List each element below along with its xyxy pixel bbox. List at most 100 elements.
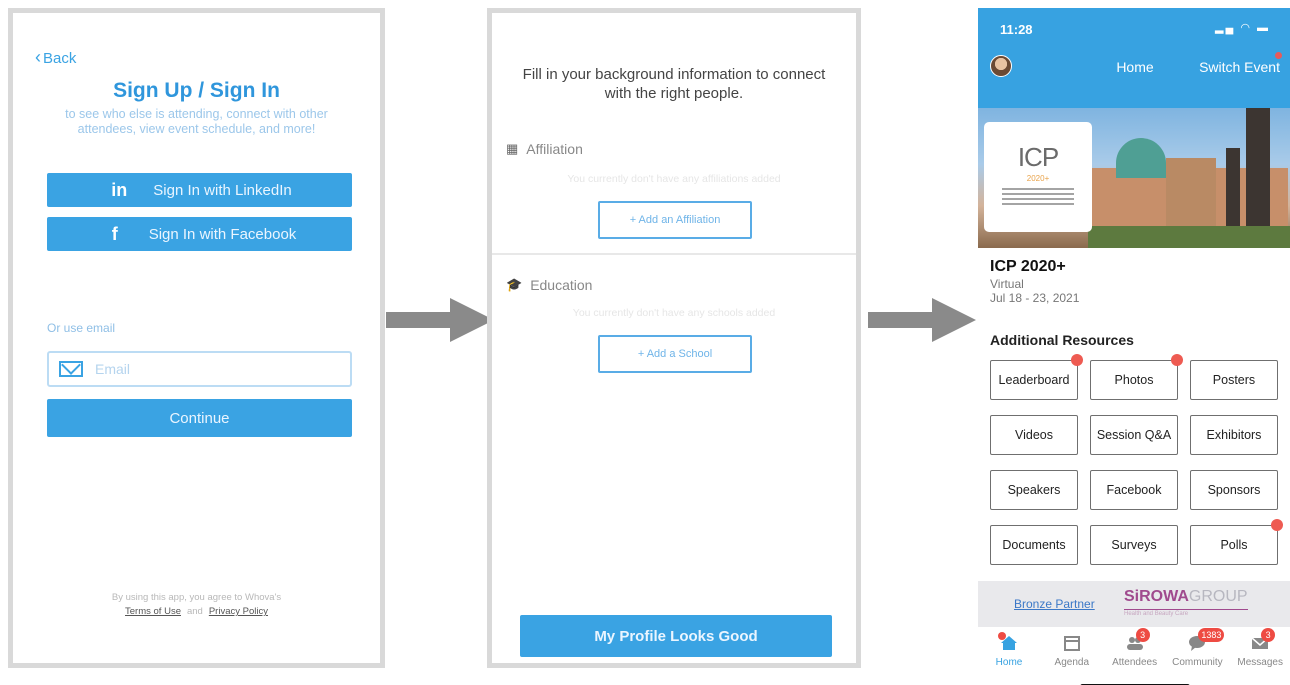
email-field[interactable] <box>47 351 352 387</box>
resource-tile[interactable]: Photos <box>1090 354 1183 400</box>
notification-dot <box>1275 52 1282 59</box>
intro-text: Fill in your background information to c… <box>522 66 826 102</box>
back-label: Back <box>43 50 77 67</box>
profile-looks-good-button[interactable]: My Profile Looks Good <box>520 615 832 657</box>
email-input[interactable] <box>95 361 335 377</box>
signup-screen: ‹ Back Sign Up / Sign In to see who else … <box>8 8 385 668</box>
event-title: ICP 2020+ <box>990 258 1066 275</box>
tab-label: Home <box>995 657 1023 668</box>
privacy-link[interactable]: Privacy Policy <box>209 606 268 617</box>
background-info-screen: Fill in your background information to c… <box>487 8 861 668</box>
resource-tile-label: Videos <box>1015 428 1053 442</box>
flow-arrow-icon <box>868 298 976 342</box>
dome-graphic <box>1116 138 1166 178</box>
logo-tagline-graphic <box>1002 188 1074 208</box>
event-banner: ICP 2020+ <box>978 108 1290 248</box>
tab-agenda[interactable]: Agenda <box>1041 627 1103 673</box>
sponsor-banner[interactable]: Bronze Partner SiROWAGROUP Health and Be… <box>978 581 1290 627</box>
app-header: 11:28 ▂▄ ◠ ▬ Home Switch Event <box>978 8 1290 108</box>
resource-tile-label: Documents <box>1002 538 1066 552</box>
logo-text: ICP <box>1017 142 1059 172</box>
tab-messages[interactable]: 3 Messages <box>1229 627 1290 673</box>
section-divider <box>492 253 856 255</box>
event-logo: ICP 2020+ <box>984 122 1092 232</box>
notification-dot <box>1071 354 1083 366</box>
people-icon: 3 <box>1126 628 1150 651</box>
resource-tile[interactable]: Posters <box>1190 360 1278 400</box>
resource-tile-label: Facebook <box>1106 483 1162 497</box>
legal-text: By using this app, you agree to Whova's <box>111 592 282 603</box>
back-button[interactable]: ‹ Back <box>35 47 76 68</box>
education-title: Education <box>530 277 593 293</box>
resource-tile[interactable]: Session Q&A <box>1090 415 1178 455</box>
tab-label: Community <box>1172 657 1223 668</box>
tab-community[interactable]: 1383 Community <box>1166 627 1228 673</box>
bottom-tab-bar: Home Agenda 3 Attendees 1383 Community 3 Messag… <box>978 627 1290 685</box>
linkedin-label: Sign In with LinkedIn <box>153 181 292 199</box>
facebook-label: Sign In with Facebook <box>148 225 297 243</box>
terms-link[interactable]: Terms of Use <box>125 606 181 617</box>
status-time: 11:28 <box>1000 22 1033 37</box>
resource-tile[interactable]: Videos <box>990 415 1078 455</box>
sponsor-name-bold: SiROWA <box>1124 588 1189 605</box>
linkedin-icon: in <box>111 179 128 200</box>
event-home-screen: 11:28 ▂▄ ◠ ▬ Home Switch Event ICP 2020+… <box>978 8 1290 685</box>
legal-notice: By using this app, you agree to Whova's … <box>13 591 380 619</box>
resource-tile-label: Surveys <box>1111 538 1157 552</box>
add-affiliation-button[interactable]: + Add an Affiliation <box>598 201 752 239</box>
resource-tile[interactable]: Sponsors <box>1190 470 1278 510</box>
partner-link[interactable]: Bronze Partner <box>1014 597 1095 611</box>
count-badge: 1383 <box>1198 628 1225 642</box>
resource-tile-label: Photos <box>1114 373 1154 387</box>
resource-tile-label: Leaderboard <box>998 373 1070 387</box>
linkedin-signin-button[interactable]: in Sign In with LinkedIn <box>47 173 352 207</box>
tab-label: Attendees <box>1112 657 1158 668</box>
resource-tile[interactable]: Surveys <box>1090 525 1178 565</box>
resource-tile-label: Session Q&A <box>1096 428 1172 442</box>
logo-year: 2020+ <box>1026 174 1050 183</box>
resource-tile[interactable]: Polls <box>1190 519 1283 565</box>
resource-tile-label: Exhibitors <box>1206 428 1262 442</box>
resource-tile[interactable]: Exhibitors <box>1190 415 1278 455</box>
resource-tile[interactable]: Documents <box>990 525 1078 565</box>
chat-icon: 1383 <box>1188 628 1225 651</box>
status-icons: ▂▄ ◠ ▬ <box>1215 21 1270 34</box>
education-section-title: 🎓 Education <box>506 277 592 293</box>
battery-icon: ▬ <box>1257 22 1270 34</box>
notification-dot <box>1171 354 1183 366</box>
envelope-icon <box>59 361 83 377</box>
resource-tile[interactable]: Leaderboard <box>990 354 1083 400</box>
continue-button[interactable]: Continue <box>47 399 352 437</box>
tab-home[interactable]: Home <box>978 627 1040 673</box>
affiliation-title: Affiliation <box>526 141 583 157</box>
calendar-icon <box>1063 635 1081 651</box>
page-subtitle: to see who else is attending, connect wi… <box>65 107 328 136</box>
resource-tile-label: Speakers <box>1007 483 1061 497</box>
tab-label: Agenda <box>1054 657 1090 668</box>
facebook-icon: f <box>111 223 118 244</box>
switch-event-button[interactable]: Switch Event <box>1199 59 1280 75</box>
signal-icon: ▂▄ <box>1215 22 1236 34</box>
chevron-left-icon: ‹ <box>35 47 41 67</box>
resource-tile-label: Posters <box>1212 373 1256 387</box>
add-school-button[interactable]: + Add a School <box>598 335 752 373</box>
notification-dot <box>998 632 1006 640</box>
resource-tile[interactable]: Facebook <box>1090 470 1178 510</box>
sponsor-logo: SiROWAGROUP <box>1124 588 1248 606</box>
affiliation-empty-text: You currently don't have any affiliation… <box>567 173 781 185</box>
event-dates: Jul 18 - 23, 2021 <box>990 291 1080 305</box>
page-title: Sign Up / Sign In <box>113 79 280 102</box>
legal-and: and <box>186 606 203 617</box>
tab-attendees[interactable]: 3 Attendees <box>1104 627 1166 673</box>
resources-title: Additional Resources <box>990 332 1134 348</box>
home-icon <box>998 632 1018 651</box>
wifi-icon: ◠ <box>1240 22 1252 34</box>
facebook-signin-button[interactable]: f Sign In with Facebook <box>47 217 352 251</box>
flow-arrow-icon <box>386 298 494 342</box>
tab-label: Messages <box>1237 657 1283 668</box>
graduation-cap-icon: 🎓 <box>506 277 523 292</box>
resource-tile[interactable]: Speakers <box>990 470 1078 510</box>
notification-dot <box>1271 519 1283 531</box>
count-badge: 3 <box>1261 628 1276 642</box>
sponsor-tagline: Health and Beauty Care <box>1124 609 1248 617</box>
